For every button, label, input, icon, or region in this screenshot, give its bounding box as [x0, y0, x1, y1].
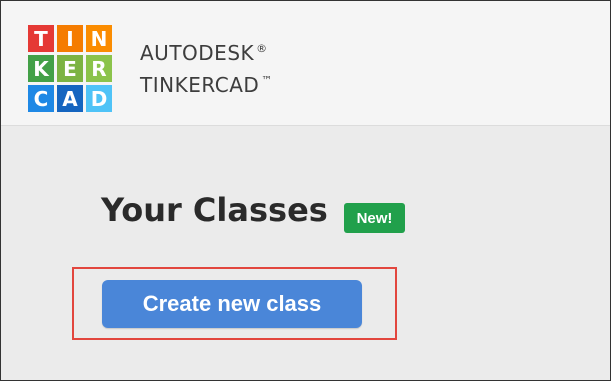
app-frame: T I N K E R C A D AUTODESK ® TINKERCAD ™ Y… — [0, 0, 611, 381]
logo-tile: T — [28, 25, 54, 52]
logo-tile: K — [28, 55, 54, 82]
brand-name: AUTODESK ® TINKERCAD ™ — [140, 35, 273, 99]
tinkercad-logo[interactable]: T I N K E R C A D — [28, 25, 112, 112]
brand-line-tinkercad: TINKERCAD ™ — [140, 67, 273, 99]
new-badge: New! — [344, 203, 405, 233]
logo-tile: N — [86, 25, 112, 52]
registered-mark: ® — [256, 42, 268, 55]
brand-tinkercad-text: TINKERCAD — [140, 73, 260, 97]
header: T I N K E R C A D AUTODESK ® TINKERCAD ™ — [1, 1, 610, 126]
create-new-class-button[interactable]: Create new class — [102, 280, 362, 328]
trademark-mark: ™ — [261, 74, 273, 87]
logo-tile: A — [57, 85, 83, 112]
logo-tile: D — [86, 85, 112, 112]
brand-line-autodesk: AUTODESK ® — [140, 35, 273, 67]
logo-tile: C — [28, 85, 54, 112]
logo-tile: I — [57, 25, 83, 52]
brand-autodesk-text: AUTODESK — [140, 41, 255, 65]
logo-tile: E — [57, 55, 83, 82]
page-title: Your Classes — [101, 191, 328, 229]
logo-tile: R — [86, 55, 112, 82]
